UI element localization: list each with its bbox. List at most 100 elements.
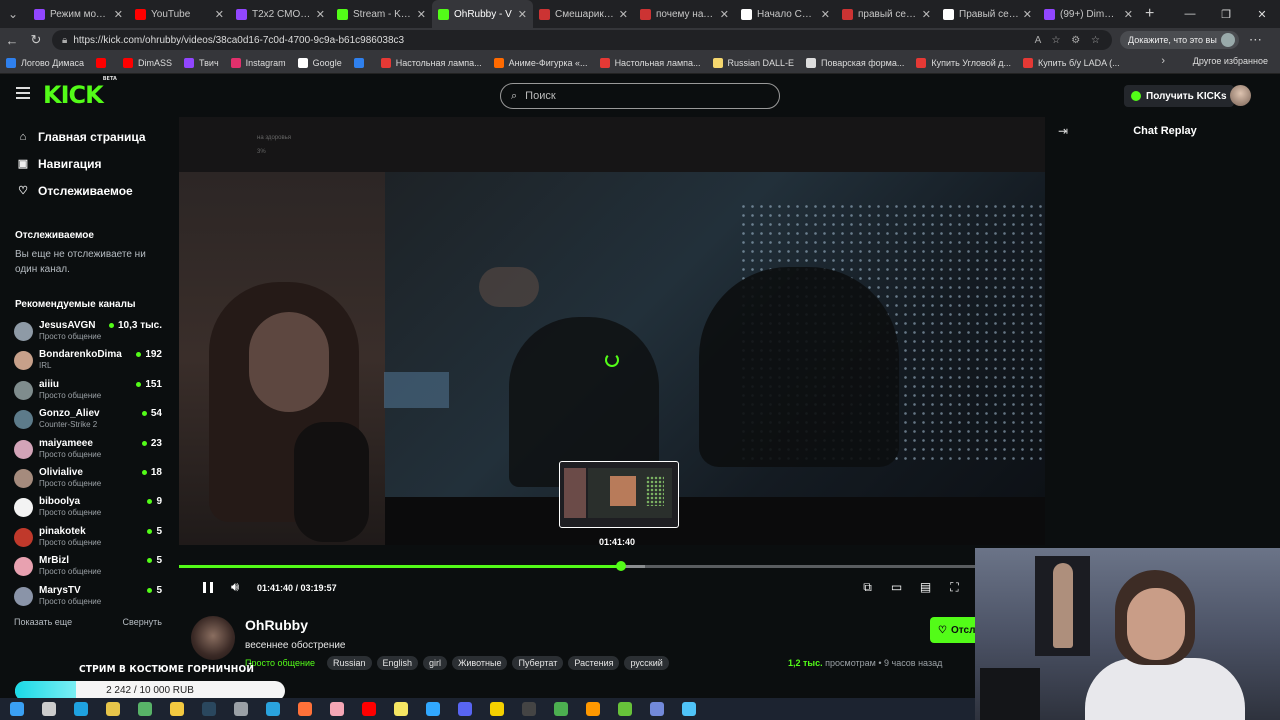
- kick-logo[interactable]: KICKBETA: [43, 76, 117, 109]
- stream-tag[interactable]: Russian: [327, 656, 372, 670]
- clip-icon[interactable]: ▭: [882, 580, 911, 595]
- reload-icon[interactable]: ↻: [24, 32, 48, 48]
- edge-icon[interactable]: [74, 702, 88, 716]
- close-tab-icon[interactable]: ✕: [215, 8, 224, 21]
- explorer-icon[interactable]: [170, 702, 184, 716]
- stream-tag[interactable]: girl: [423, 656, 448, 670]
- user-avatar[interactable]: [1230, 85, 1251, 106]
- browser-tab[interactable]: Stream - Kick Das ✕: [331, 0, 432, 28]
- bookmark-item[interactable]: [353, 57, 369, 68]
- fullscreen-icon[interactable]: ⛶: [940, 580, 969, 595]
- recommended-channel[interactable]: biboolya Просто общение 9: [14, 494, 164, 522]
- close-tab-icon[interactable]: ✕: [1124, 8, 1133, 21]
- bookmark-item[interactable]: Логово Димаса: [6, 57, 84, 68]
- browser-tab[interactable]: Смешарики (сер ✕: [533, 0, 634, 28]
- stream-tag[interactable]: English: [376, 656, 419, 670]
- volume-icon[interactable]: 🔊︎: [231, 579, 239, 595]
- recommended-channel[interactable]: MarysTV Просто общение 5: [14, 583, 164, 611]
- bookmark-item[interactable]: Твич: [184, 57, 219, 68]
- steam-icon[interactable]: [202, 702, 216, 716]
- magnifier-icon[interactable]: [586, 702, 600, 716]
- stream-tag[interactable]: Пубертат: [512, 656, 564, 670]
- telegram-icon[interactable]: [266, 702, 280, 716]
- chrome-icon[interactable]: [554, 702, 568, 716]
- get-kicks-button[interactable]: Получить KICKs: [1124, 85, 1234, 107]
- youtube-icon[interactable]: [362, 702, 376, 716]
- recommended-channel[interactable]: Gonzo_Aliev Counter-Strike 2 54: [14, 406, 164, 434]
- stream-tag[interactable]: русский: [624, 656, 669, 670]
- profile-prompt-button[interactable]: Докажите, что это вы: [1120, 31, 1239, 49]
- sidebar-nav-item[interactable]: ▣ Навигация: [0, 150, 170, 177]
- collapse-button[interactable]: Свернуть: [123, 617, 162, 627]
- search-input[interactable]: [523, 89, 754, 103]
- minimize-icon[interactable]: —: [1172, 0, 1208, 28]
- close-tab-icon[interactable]: ✕: [1023, 8, 1032, 21]
- browser-tab[interactable]: T2x2 СМОТРИТ ✕: [230, 0, 331, 28]
- more-menu-icon[interactable]: ⋯: [1249, 32, 1262, 48]
- recommended-channel[interactable]: MrBizl Просто общение 5: [14, 553, 164, 581]
- search-box[interactable]: ⌕: [500, 83, 780, 109]
- browser-tab[interactable]: (99+) DimASSpiv ✕: [1038, 0, 1139, 28]
- photoshop-icon[interactable]: [426, 702, 440, 716]
- theater-mode-icon[interactable]: ▤: [911, 580, 940, 595]
- back-icon[interactable]: ←: [0, 33, 24, 48]
- close-tab-icon[interactable]: ✕: [619, 8, 628, 21]
- twitch-icon[interactable]: [490, 702, 504, 716]
- bookmark-item[interactable]: Купить б/у LADA (...: [1023, 57, 1120, 68]
- show-more-button[interactable]: Показать еще: [14, 617, 72, 627]
- browser-tab[interactable]: Правый сектор — ✕: [937, 0, 1038, 28]
- browser-tab[interactable]: правый сектор - ✕: [836, 0, 937, 28]
- bookmark-item[interactable]: Настольная лампа...: [599, 57, 701, 68]
- lock-icon[interactable]: 🔒︎: [62, 35, 67, 46]
- close-tab-icon[interactable]: ✕: [417, 8, 426, 21]
- search-icon[interactable]: [42, 702, 56, 716]
- new-tab-button[interactable]: +: [1145, 5, 1154, 23]
- url-field[interactable]: 🔒︎ https://kick.com/ohrubby/videos/38ca0…: [52, 30, 1112, 50]
- other-bookmarks-folder[interactable]: Другое избранное: [1193, 56, 1268, 66]
- recommended-channel[interactable]: BondarenkoDima IRL 192: [14, 347, 164, 375]
- recommended-channel[interactable]: maiyameee Просто общение 23: [14, 436, 164, 464]
- seek-handle[interactable]: [615, 561, 626, 571]
- stream-tag[interactable]: Растения: [568, 656, 620, 670]
- address-actions[interactable]: A ☆ ⚙ ☆: [1035, 35, 1104, 46]
- tool-icon[interactable]: [682, 702, 696, 716]
- browser-tab[interactable]: OhRubby - V ✕: [432, 0, 533, 28]
- recommended-channel[interactable]: aiiiu Просто общение 151: [14, 377, 164, 405]
- browser-tab[interactable]: Режим модерато ✕: [28, 0, 129, 28]
- close-tab-icon[interactable]: ✕: [821, 8, 830, 21]
- menu-icon[interactable]: [16, 87, 30, 99]
- sidebar-nav-item[interactable]: ♡ Отслеживаемое: [0, 177, 170, 204]
- bookmark-item[interactable]: Настольная лампа...: [380, 57, 482, 68]
- close-tab-icon[interactable]: ✕: [518, 8, 527, 21]
- close-tab-icon[interactable]: ✕: [316, 8, 325, 21]
- recommended-channel[interactable]: Olivialive Просто общение 18: [14, 465, 164, 493]
- miniplayer-icon[interactable]: ⧉: [853, 580, 882, 595]
- channel-avatar[interactable]: [191, 616, 235, 660]
- channel-name[interactable]: OhRubby: [245, 617, 308, 633]
- close-icon[interactable]: ✕: [1244, 0, 1280, 28]
- bookmark-item[interactable]: Google: [297, 57, 342, 68]
- bookmark-item[interactable]: Поварская формa...: [806, 57, 904, 68]
- browser-tab[interactable]: почему началась ✕: [634, 0, 735, 28]
- obs-icon[interactable]: [522, 702, 536, 716]
- close-tab-icon[interactable]: ✕: [114, 8, 123, 21]
- recommended-channel[interactable]: JesusAVGN Просто общение 10,3 тыс.: [14, 318, 164, 346]
- sidebar-nav-item[interactable]: ⌂ Главная страница: [0, 123, 170, 150]
- bookmark-item[interactable]: Russian DALL-E: [712, 57, 794, 68]
- close-tab-icon[interactable]: ✕: [922, 8, 931, 21]
- windows-icon[interactable]: [10, 702, 24, 716]
- recommended-channel[interactable]: pinakotek Просто общение 5: [14, 524, 164, 552]
- cube-icon[interactable]: [618, 702, 632, 716]
- follow-button[interactable]: ♡ Отсл: [930, 617, 978, 643]
- tab-actions-menu[interactable]: ⌄: [2, 3, 24, 25]
- seek-bar[interactable]: [179, 561, 975, 571]
- bookmark-item[interactable]: [96, 57, 111, 68]
- bookmark-item[interactable]: Аниме-Фигурка «...: [493, 57, 588, 68]
- bookmark-item[interactable]: DimASS: [123, 57, 172, 68]
- close-tab-icon[interactable]: ✕: [720, 8, 729, 21]
- browser-tab[interactable]: YouTube ✕: [129, 0, 230, 28]
- browser-tab[interactable]: Начало СВО на У ✕: [735, 0, 836, 28]
- firefox-icon[interactable]: [298, 702, 312, 716]
- stream-tag[interactable]: Животные: [452, 656, 508, 670]
- app-icon[interactable]: [138, 702, 152, 716]
